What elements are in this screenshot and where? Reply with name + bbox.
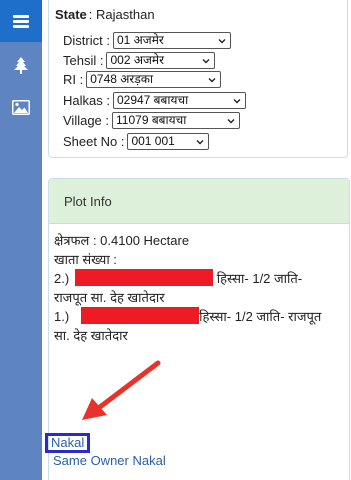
- state-label: State: [55, 7, 87, 22]
- village-select[interactable]: 11079 बबायचा: [112, 112, 241, 129]
- owner-2-suffix: हिस्सा- 1/2 जाति-: [213, 271, 303, 286]
- halkas-value: 02947 बबायचा: [116, 93, 189, 107]
- image-icon: [12, 100, 30, 115]
- owner-1-suffix: हिस्सा- 1/2 जाति- राजपूत: [199, 309, 322, 324]
- tree-button[interactable]: [0, 57, 42, 74]
- village-label: Village :: [63, 113, 110, 128]
- chevron-down-icon: [196, 140, 204, 145]
- sheet-label: Sheet No :: [63, 134, 125, 149]
- district-row: District : 01 अजमेर: [63, 32, 231, 49]
- owner-2-prefix: 2.): [54, 271, 70, 286]
- owner-1-prefix: 1.): [54, 309, 70, 324]
- state-row: State : Rajasthan: [55, 7, 155, 22]
- district-select[interactable]: 01 अजमेर: [112, 32, 231, 49]
- redacted-name: [81, 307, 200, 324]
- menu-icon: [13, 14, 29, 28]
- chevron-down-icon: [208, 78, 216, 83]
- tehsil-select[interactable]: 002 अजमेर: [106, 52, 216, 69]
- annotation-arrow: [82, 360, 161, 420]
- state-value: : Rajasthan: [88, 7, 155, 22]
- redacted-name: [75, 269, 214, 286]
- village-row: Village : 11079 बबायचा: [63, 112, 241, 129]
- owner-entry-2: 2.) हिस्सा- 1/2 जाति-: [54, 269, 344, 288]
- plot-info-title: Plot Info: [64, 194, 112, 209]
- halkas-row: Halkas : 02947 बबायचा: [63, 92, 246, 109]
- district-label: District :: [63, 33, 110, 48]
- chevron-down-icon: [227, 119, 235, 124]
- chevron-down-icon: [218, 39, 226, 44]
- sheet-select[interactable]: 001 001: [127, 133, 210, 150]
- tehsil-label: Tehsil :: [63, 53, 104, 68]
- image-button[interactable]: [0, 100, 42, 115]
- area-text: क्षेत्रफल : 0.4100 Hectare: [54, 233, 190, 248]
- khata-text: खाता संख्या :: [54, 252, 117, 267]
- plot-info-body: क्षेत्रफल : 0.4100 Hectare खाता संख्या :…: [54, 231, 344, 345]
- sheet-value: 001 001: [131, 134, 175, 148]
- same-owner-nakal-link[interactable]: Same Owner Nakal: [53, 453, 166, 468]
- halkas-label: Halkas :: [63, 93, 110, 108]
- halkas-select[interactable]: 02947 बबायचा: [112, 92, 246, 109]
- plot-info-header: Plot Info: [49, 179, 349, 224]
- chevron-down-icon: [233, 99, 241, 104]
- ri-label: RI :: [63, 72, 84, 87]
- tree-icon: [14, 57, 28, 74]
- chevron-down-icon: [202, 59, 210, 64]
- location-panel: State : Rajasthan District : 01 अजमेर Te…: [48, 0, 348, 158]
- ri-row: RI : 0748 अरड़का: [63, 71, 222, 88]
- owner-entry-1: 1.) हिस्सा- 1/2 जाति- राजपूत: [54, 307, 344, 326]
- owner-1-line2: सा. देह खातेदार: [54, 328, 128, 343]
- side-rail: [0, 0, 42, 480]
- owner-2-line2: राजपूत सा. देह खातेदार: [54, 290, 165, 305]
- tehsil-row: Tehsil : 002 अजमेर: [63, 52, 216, 69]
- district-value: 01 अजमेर: [116, 33, 164, 47]
- tehsil-value: 002 अजमेर: [110, 53, 164, 67]
- plot-info-card: Plot Info क्षेत्रफल : 0.4100 Hectare खात…: [48, 178, 350, 480]
- sheet-row: Sheet No : 001 001: [63, 133, 210, 150]
- nakal-link[interactable]: Nakal: [45, 433, 91, 453]
- menu-button[interactable]: [0, 0, 42, 42]
- ri-value: 0748 अरड़का: [90, 72, 154, 86]
- village-value: 11079 बबायचा: [116, 113, 187, 127]
- ri-select[interactable]: 0748 अरड़का: [86, 71, 222, 88]
